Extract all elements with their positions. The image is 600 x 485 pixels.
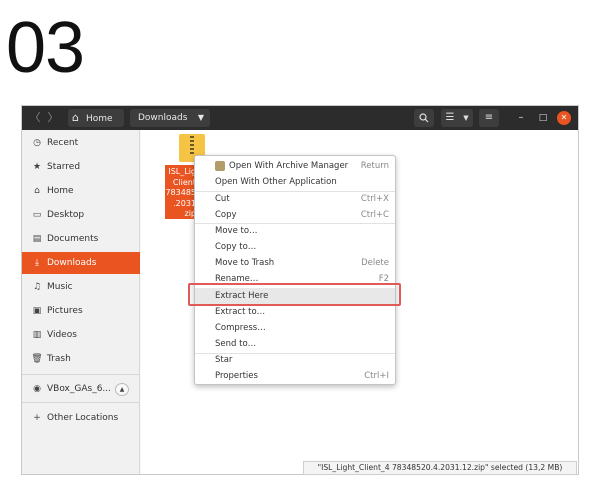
- zipper-icon: [190, 136, 194, 156]
- menu-item-label: Move to Trash: [215, 258, 275, 268]
- file-name-line: ISL_Lig: [168, 167, 196, 176]
- menu-item-open-archive-manager[interactable]: Open With Archive Manager Return: [195, 158, 395, 174]
- sidebar-item-videos[interactable]: ▥ Videos: [22, 324, 140, 346]
- chevron-right-icon[interactable]: 〉: [45, 109, 61, 127]
- menu-item-label: Properties: [215, 371, 258, 381]
- menu-item-shortcut: Ctrl+X: [360, 194, 389, 204]
- list-view-icon[interactable]: ☰: [441, 109, 459, 127]
- sidebar-item-downloads[interactable]: ⤓ Downloads: [22, 252, 140, 274]
- menu-item-properties[interactable]: Properties Ctrl+I: [195, 368, 395, 384]
- sidebar: ◷ Recent ★ Starred ⌂ Home ▭ Desktop ▤ Documen…: [22, 130, 140, 474]
- sidebar-item-label: Desktop: [47, 210, 85, 220]
- sidebar-item-label: Downloads: [47, 258, 97, 268]
- step-number: 03: [6, 8, 85, 88]
- menu-item-move-to[interactable]: Move to…: [195, 223, 395, 239]
- menu-item-label: Star: [215, 355, 233, 365]
- sidebar-item-label: Music: [47, 282, 73, 292]
- music-icon: ♫: [32, 282, 42, 292]
- path-downloads-label: Downloads: [138, 113, 188, 123]
- sidebar-item-label: Other Locations: [47, 413, 119, 423]
- sidebar-divider: [22, 402, 140, 403]
- sidebar-item-device[interactable]: ◉ VBox_GAs_6... ▲: [22, 378, 140, 400]
- menu-item-label: Copy: [215, 210, 237, 220]
- sidebar-item-starred[interactable]: ★ Starred: [22, 156, 140, 178]
- clock-icon: ◷: [33, 138, 41, 148]
- sidebar-item-home[interactable]: ⌂ Home: [22, 180, 140, 202]
- menu-item-compress[interactable]: Compress…: [195, 320, 395, 336]
- sidebar-item-trash[interactable]: 🗑 Trash: [22, 348, 140, 370]
- sidebar-item-desktop[interactable]: ▭ Desktop: [22, 204, 140, 226]
- menu-item-open-other-app[interactable]: Open With Other Application: [195, 174, 395, 190]
- menu-item-label: Move to…: [215, 226, 258, 236]
- view-options-icon[interactable]: ▼: [459, 109, 473, 127]
- path-home-button[interactable]: ⌂ Home: [68, 109, 124, 127]
- sidebar-item-documents[interactable]: ▤ Documents: [22, 228, 140, 250]
- file-name-line: Client: [172, 177, 196, 187]
- picture-icon: ▣: [32, 306, 42, 316]
- menu-item-copy[interactable]: Copy Ctrl+C: [195, 207, 395, 223]
- menu-item-label: Compress…: [215, 323, 266, 333]
- menu-item-move-to-trash[interactable]: Move to Trash Delete: [195, 255, 395, 271]
- trash-icon: 🗑: [31, 354, 43, 364]
- context-menu: Open With Archive Manager Return Open Wit…: [194, 155, 396, 385]
- download-icon: ⤓: [35, 258, 39, 268]
- menu-item-send-to[interactable]: Send to…: [195, 336, 395, 352]
- eject-icon[interactable]: ▲: [115, 383, 129, 396]
- home-icon: ⌂: [34, 186, 40, 196]
- menu-item-label: Extract to…: [215, 307, 266, 317]
- menu-item-label: Copy to…: [215, 242, 257, 252]
- menu-item-star[interactable]: Star: [195, 352, 395, 368]
- sidebar-item-label: Recent: [47, 138, 79, 148]
- maximize-icon[interactable]: □: [534, 109, 552, 127]
- sidebar-item-label: Home: [47, 186, 74, 196]
- sidebar-divider: [22, 374, 140, 375]
- sidebar-item-other-locations[interactable]: + Other Locations: [22, 407, 140, 429]
- menu-item-cut[interactable]: Cut Ctrl+X: [195, 191, 395, 207]
- menu-item-shortcut: Ctrl+I: [364, 371, 389, 381]
- menu-item-shortcut: Ctrl+C: [360, 210, 389, 220]
- file-name-line: zip: [184, 209, 197, 218]
- video-icon: ▥: [32, 330, 42, 340]
- desktop-icon: ▭: [32, 210, 42, 220]
- sidebar-item-label: Pictures: [47, 306, 83, 316]
- sidebar-item-label: Documents: [47, 234, 99, 244]
- chevron-left-icon[interactable]: 〈: [27, 109, 43, 127]
- menu-item-label: Cut: [215, 194, 230, 204]
- file-name-line: .2031: [173, 198, 196, 208]
- plus-icon: +: [33, 413, 41, 423]
- selection-status: "ISL_Light_Client_4 78348520.4.2031.12.z…: [303, 461, 577, 475]
- file-name-line: 783485: [165, 188, 196, 197]
- header-bar: 〈 〉 ⌂ Home Downloads ▼ ☰ ▼ ≡ – □ ✕: [22, 106, 578, 130]
- menu-item-extract-to[interactable]: Extract to…: [195, 304, 395, 320]
- disc-icon: ◉: [33, 384, 41, 394]
- menu-item-label: Open With Other Application: [215, 177, 337, 187]
- menu-item-shortcut: Delete: [361, 258, 389, 268]
- menu-item-label: Open With Archive Manager: [229, 161, 349, 171]
- sidebar-item-pictures[interactable]: ▣ Pictures: [22, 300, 140, 322]
- search-icon[interactable]: [414, 109, 434, 127]
- path-downloads-button[interactable]: Downloads ▼: [130, 109, 210, 127]
- sidebar-item-label: Videos: [47, 330, 77, 340]
- sidebar-item-music[interactable]: ♫ Music: [22, 276, 140, 298]
- extract-here-highlight: [188, 283, 401, 306]
- menu-item-copy-to[interactable]: Copy to…: [195, 239, 395, 255]
- home-icon: ⌂: [72, 111, 79, 124]
- document-icon: ▤: [32, 234, 42, 244]
- menu-item-label: Send to…: [215, 339, 257, 349]
- star-icon: ★: [32, 162, 42, 172]
- caret-down-icon: ▼: [197, 113, 204, 122]
- hamburger-menu-icon[interactable]: ≡: [479, 109, 499, 127]
- sidebar-item-label: VBox_GAs_6...: [47, 384, 112, 394]
- sidebar-item-label: Starred: [47, 162, 81, 172]
- path-home-label: Home: [86, 114, 113, 124]
- close-icon[interactable]: ✕: [557, 111, 571, 125]
- archive-manager-icon: [215, 161, 225, 171]
- sidebar-item-recent[interactable]: ◷ Recent: [22, 132, 140, 154]
- menu-item-shortcut: Return: [360, 161, 389, 171]
- minimize-icon[interactable]: –: [512, 109, 530, 127]
- sidebar-item-label: Trash: [47, 354, 71, 364]
